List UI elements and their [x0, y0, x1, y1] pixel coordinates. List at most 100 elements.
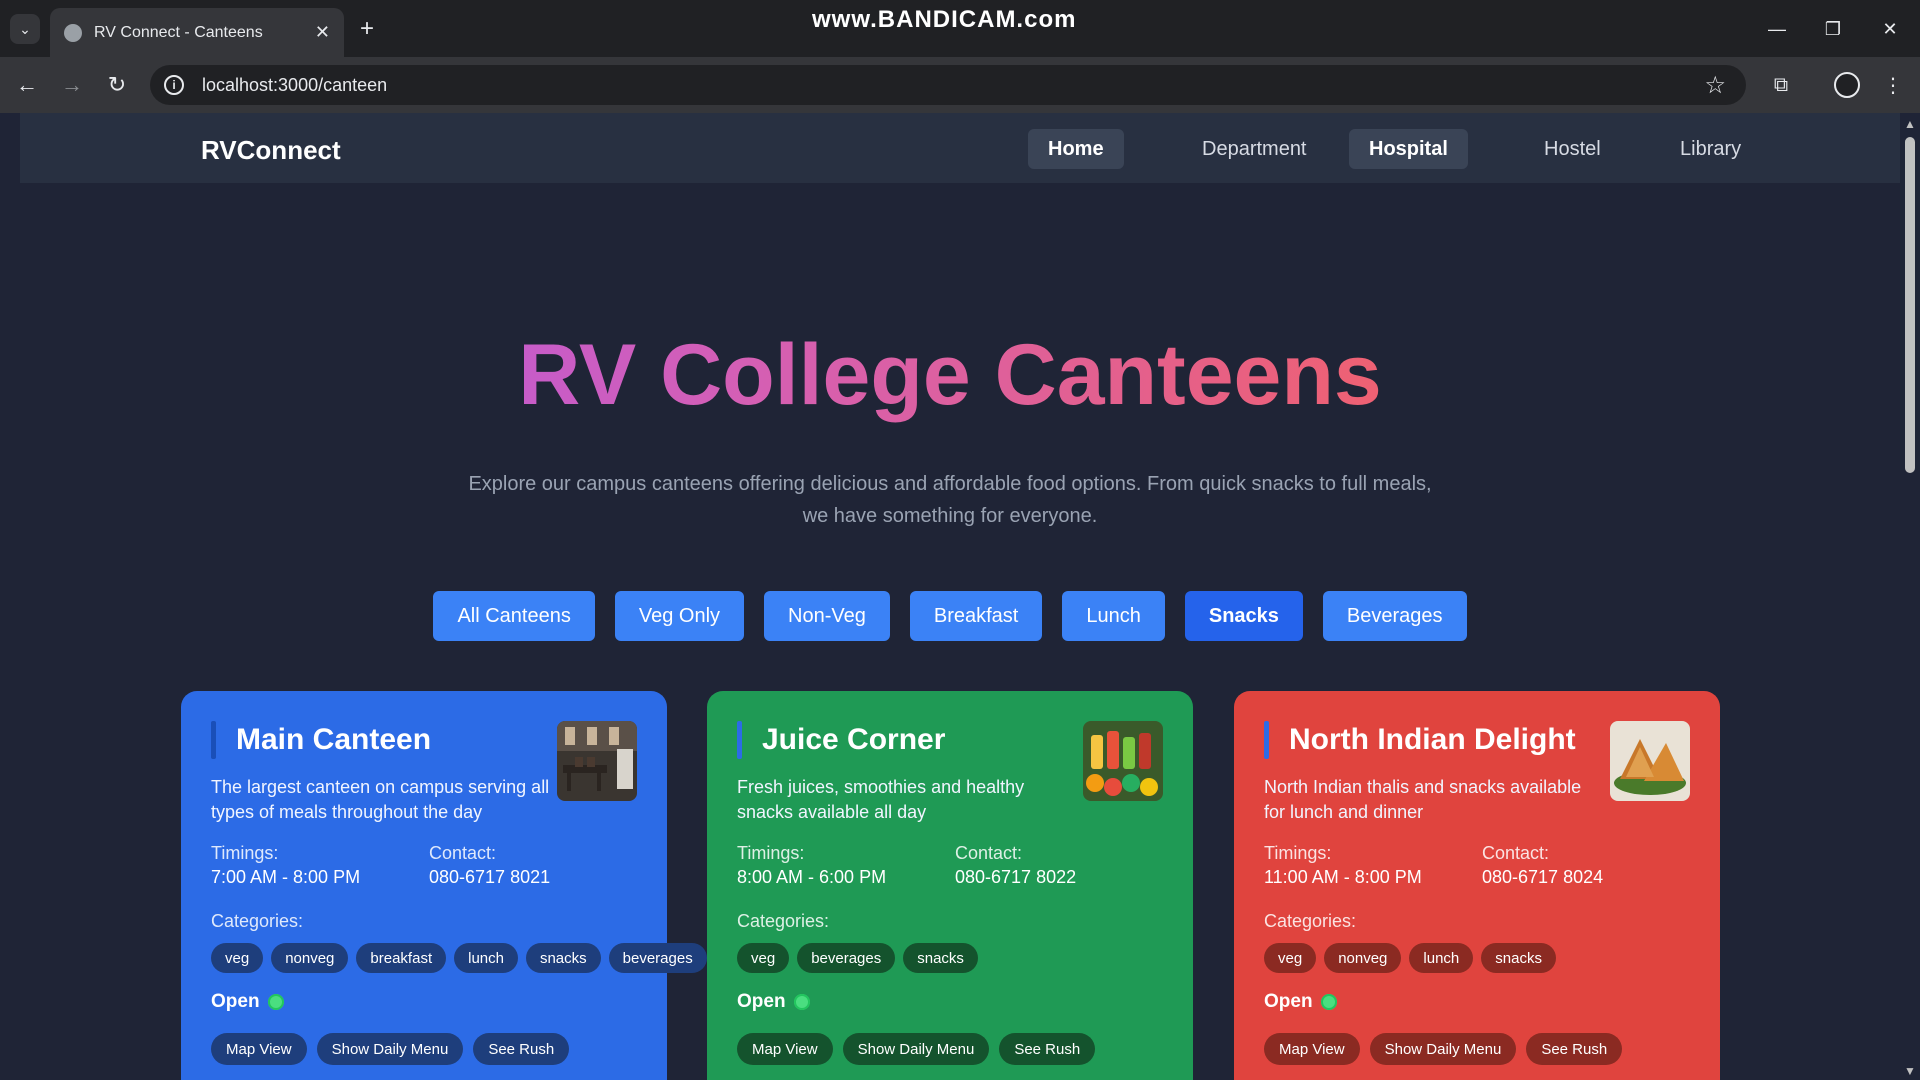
category-tag: breakfast [356, 943, 447, 973]
contact-label: Contact: [1482, 843, 1550, 863]
category-tag: beverages [608, 943, 707, 973]
status-text: Open [737, 991, 786, 1012]
extensions-icon[interactable]: ⧉ [1766, 70, 1796, 100]
filter-lunch[interactable]: Lunch [1062, 591, 1165, 641]
timings-label: Timings: [211, 843, 279, 863]
profile-icon[interactable] [1832, 70, 1862, 100]
canteen-name: Juice Corner [762, 723, 946, 756]
see-rush-button[interactable]: See Rush [1526, 1033, 1623, 1065]
url-text: localhost:3000/canteen [202, 74, 388, 95]
page-viewport: RVConnect Home Department Hospital Hoste… [0, 113, 1920, 1080]
timings-value: 11:00 AM - 8:00 PM [1264, 867, 1422, 887]
minimize-icon[interactable]: — [1762, 14, 1792, 44]
tab-strip: ⌄ RV Connect - Canteens ✕ + www.BANDICAM… [0, 0, 1920, 57]
open-status: Open [211, 991, 284, 1013]
category-tag: snacks [525, 943, 601, 973]
category-tag: nonveg [271, 943, 349, 973]
filter-all-canteens[interactable]: All Canteens [433, 591, 595, 641]
browser-chrome: ⌄ RV Connect - Canteens ✕ + www.BANDICAM… [0, 0, 1920, 113]
page-title: RV College Canteens [0, 328, 1900, 423]
status-text: Open [1264, 991, 1313, 1012]
open-status: Open [1264, 991, 1337, 1013]
filter-breakfast[interactable]: Breakfast [909, 591, 1043, 641]
category-tag: beverages [797, 943, 896, 973]
filter-snacks[interactable]: Snacks [1184, 591, 1303, 641]
category-tags: veg nonveg breakfast lunch snacks bevera… [211, 943, 707, 973]
open-status: Open [737, 991, 810, 1013]
page-scrollbar[interactable]: ▲ ▼ [1900, 113, 1920, 1080]
contact-value: 080-6717 8024 [1482, 867, 1604, 887]
plus-icon[interactable]: + [352, 14, 382, 44]
canteen-description: North Indian thalis and snacks available… [1264, 777, 1582, 822]
recording-watermark: www.BANDICAM.com [812, 6, 1077, 33]
reload-icon[interactable]: ↻ [102, 70, 132, 100]
category-tag: snacks [903, 943, 978, 973]
address-bar[interactable]: i localhost:3000/canteen ☆ [150, 65, 1746, 105]
canteen-thumbnail [1083, 721, 1163, 801]
see-rush-button[interactable]: See Rush [473, 1033, 570, 1065]
status-dot-icon [793, 994, 810, 1010]
timings-label: Timings: [737, 843, 805, 863]
card-actions: Map View Show Daily Menu See Rush [211, 1033, 570, 1065]
filter-non-veg[interactable]: Non-Veg [764, 591, 890, 641]
show-daily-menu-button[interactable]: Show Daily Menu [316, 1033, 464, 1065]
contact-value: 080-6717 8022 [955, 867, 1077, 887]
scrollbar-thumb[interactable] [1905, 137, 1915, 473]
see-rush-button[interactable]: See Rush [999, 1033, 1096, 1065]
category-tag: veg [737, 943, 790, 973]
card-actions: Map View Show Daily Menu See Rush [737, 1033, 1096, 1065]
category-tags: veg beverages snacks [737, 943, 978, 973]
categories-label: Categories: [211, 911, 304, 931]
nav-home[interactable]: Home [1028, 129, 1124, 169]
tab-list-icon[interactable]: ⌄ [10, 14, 40, 44]
star-icon[interactable]: ☆ [1704, 71, 1726, 100]
close-window-icon[interactable]: ✕ [1875, 14, 1905, 44]
category-tag: snacks [1481, 943, 1556, 973]
contact-value: 080-6717 8021 [429, 867, 551, 887]
restore-icon[interactable]: ❐ [1818, 14, 1848, 44]
scroll-up-icon[interactable]: ▲ [1904, 117, 1916, 131]
site-brand[interactable]: RVConnect [201, 135, 341, 166]
accent-bar [211, 721, 216, 759]
forward-icon[interactable]: → [57, 70, 87, 100]
show-daily-menu-button[interactable]: Show Daily Menu [842, 1033, 990, 1065]
filter-beverages[interactable]: Beverages [1322, 591, 1467, 641]
nav-hostel[interactable]: Hostel [1524, 129, 1621, 169]
status-text: Open [211, 991, 260, 1012]
nav-hospital[interactable]: Hospital [1349, 129, 1468, 169]
nav-library[interactable]: Library [1660, 129, 1761, 169]
category-tag: veg [211, 943, 264, 973]
category-tag: lunch [454, 943, 518, 973]
nav-department[interactable]: Department [1182, 129, 1327, 169]
show-daily-menu-button[interactable]: Show Daily Menu [1369, 1033, 1517, 1065]
filter-veg-only[interactable]: Veg Only [614, 591, 745, 641]
map-view-button[interactable]: Map View [1264, 1033, 1360, 1065]
scroll-down-icon[interactable]: ▼ [1904, 1064, 1916, 1078]
map-view-button[interactable]: Map View [211, 1033, 307, 1065]
canteen-name: Main Canteen [236, 723, 432, 756]
category-tag: lunch [1409, 943, 1474, 973]
status-dot-icon [267, 994, 284, 1010]
category-tags: veg nonveg lunch snacks [1264, 943, 1556, 973]
canteen-thumbnail [1610, 721, 1690, 801]
canteen-card-north-indian[interactable]: North Indian Delight North Indian thalis… [1234, 691, 1720, 1080]
menu-icon[interactable]: ⋮ [1878, 70, 1908, 100]
close-icon[interactable]: ✕ [315, 22, 330, 43]
category-tag: veg [1264, 943, 1317, 973]
map-view-button[interactable]: Map View [737, 1033, 833, 1065]
contact-label: Contact: [429, 843, 497, 863]
browser-tab[interactable]: RV Connect - Canteens ✕ [50, 8, 344, 57]
canteen-card-main[interactable]: Main Canteen The largest canteen on camp… [181, 691, 707, 1080]
canteen-card-juice[interactable]: Juice Corner Fresh juices, smoothies and… [707, 691, 1193, 1080]
page-subtitle: Explore our campus canteens offering del… [468, 473, 1432, 527]
categories-label: Categories: [737, 911, 830, 931]
canteen-description: The largest canteen on campus serving al… [211, 777, 550, 822]
info-icon[interactable]: i [164, 75, 184, 95]
timings-label: Timings: [1264, 843, 1332, 863]
back-icon[interactable]: ← [12, 70, 42, 100]
filter-bar: All Canteens Veg Only Non-Veg Breakfast … [0, 591, 1900, 641]
card-actions: Map View Show Daily Menu See Rush [1264, 1033, 1623, 1065]
accent-bar [1264, 721, 1269, 759]
canteen-description: Fresh juices, smoothies and healthy snac… [737, 777, 1025, 822]
site-navbar: RVConnect Home Department Hospital Hoste… [20, 113, 1900, 183]
